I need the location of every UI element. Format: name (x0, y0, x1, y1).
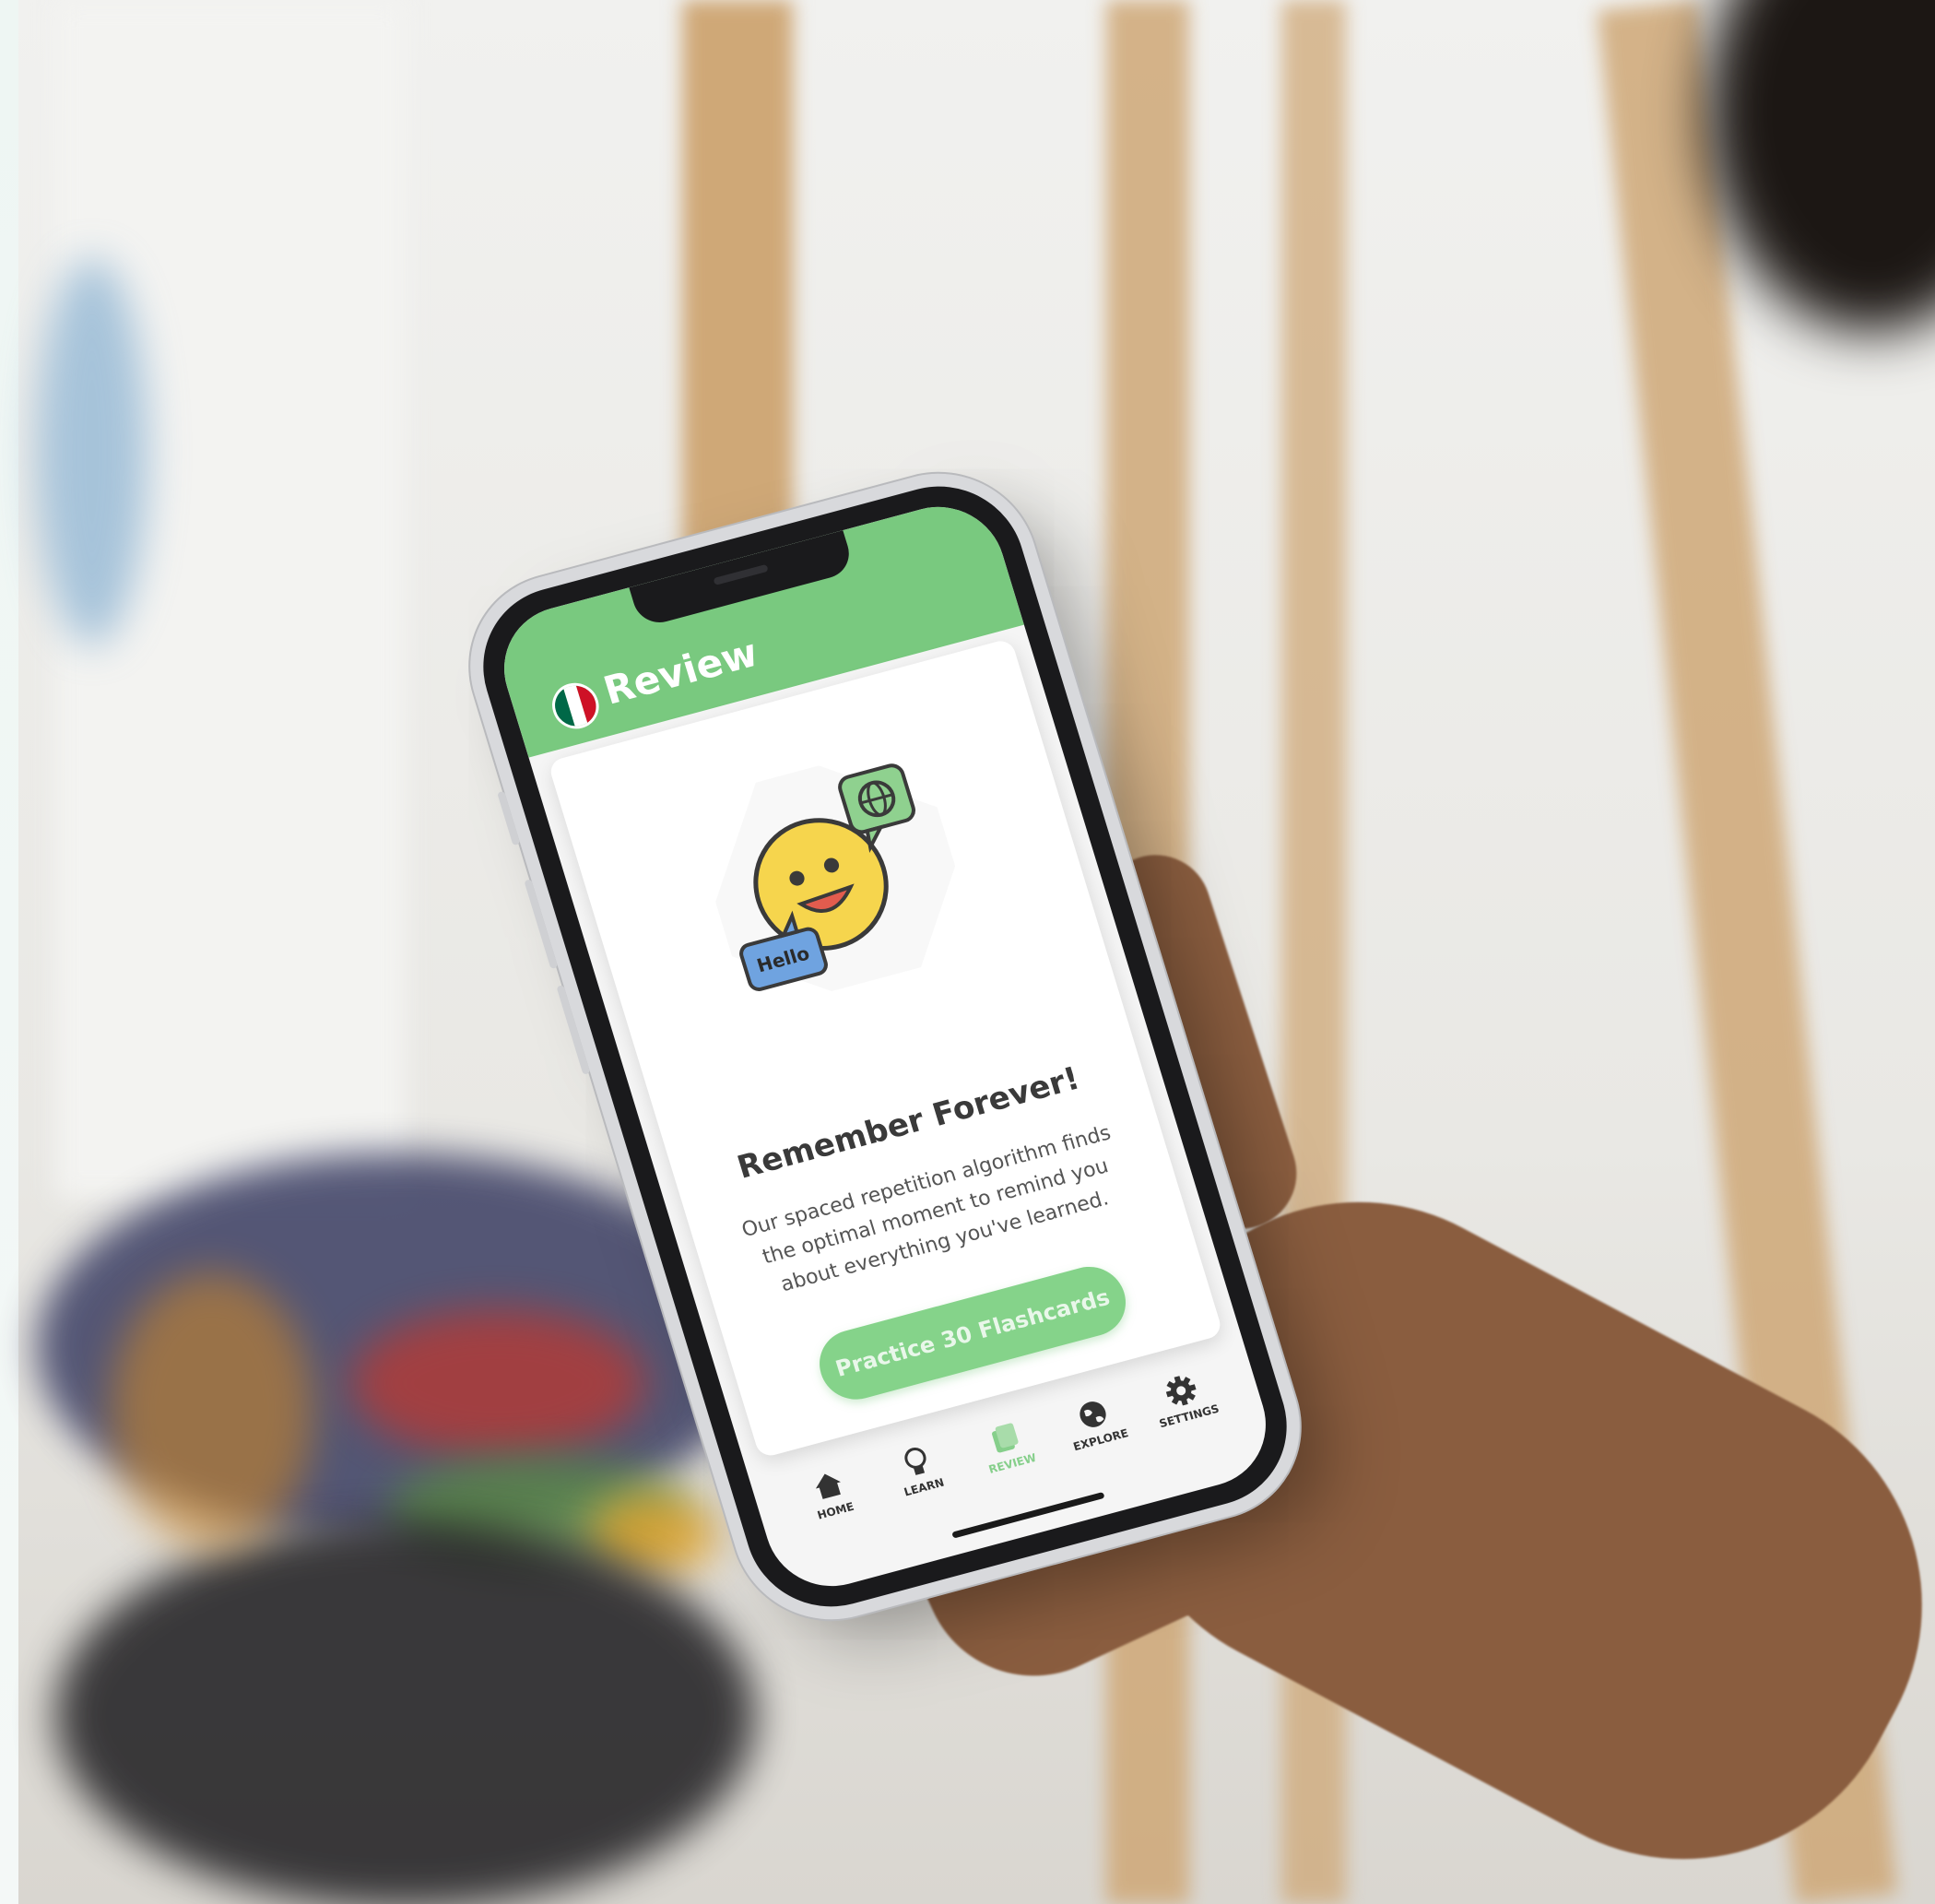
volume-up-button (524, 879, 559, 970)
gear-icon (1166, 1376, 1197, 1406)
tab-settings[interactable]: SETTINGS (1141, 1366, 1227, 1432)
blue-paint-smear (37, 258, 147, 645)
lightbulb-icon (904, 1448, 926, 1475)
tab-explore[interactable]: EXPLORE (1053, 1389, 1139, 1455)
home-icon (815, 1473, 841, 1500)
dark-corner (1705, 0, 1935, 332)
mexico-flag-icon[interactable] (546, 678, 605, 734)
tab-review[interactable]: REVIEW (964, 1413, 1050, 1479)
red-paint (350, 1309, 645, 1457)
flashcards-icon (992, 1423, 1019, 1453)
volume-down-button (556, 985, 591, 1075)
page-title: Review (598, 629, 763, 714)
easel-post (682, 0, 793, 572)
supply-cart (55, 1521, 756, 1904)
brush-jar (111, 1272, 313, 1549)
tab-learn[interactable]: LEARN (876, 1437, 962, 1503)
speaker (713, 563, 769, 585)
smiley-chat-illustration: Hello (708, 755, 964, 1010)
mute-switch (497, 790, 521, 846)
globe-icon (1080, 1401, 1106, 1427)
tab-home[interactable]: HOME (787, 1460, 873, 1526)
photo-background: Review Hello Remember Forever! Our space… (0, 0, 1935, 1904)
tab-label: SETTINGS (1157, 1401, 1221, 1431)
left-edge-strip (0, 0, 18, 1904)
